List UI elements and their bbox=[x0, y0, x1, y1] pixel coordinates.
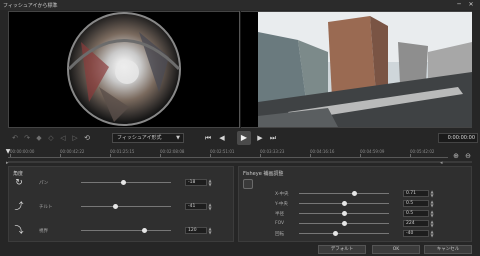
tick-label: 00:02:08:08 bbox=[160, 149, 185, 154]
keyframe-mode-icon[interactable]: ⟲ bbox=[82, 134, 92, 143]
y-center-label: Y-中央 bbox=[275, 202, 288, 207]
close-button[interactable]: ✕ bbox=[467, 1, 475, 8]
timecode-display[interactable]: 0:00:00:00 bbox=[438, 133, 478, 143]
next-frame-icon[interactable]: ▶ bbox=[255, 133, 265, 143]
prev-frame-icon[interactable]: ◀ bbox=[217, 133, 227, 143]
timeline-track[interactable] bbox=[8, 161, 472, 163]
default-button[interactable]: デフォルト bbox=[318, 245, 366, 254]
ok-button[interactable]: OK bbox=[372, 245, 420, 254]
tick-label: 00:03:33:23 bbox=[260, 149, 285, 154]
tick bbox=[310, 154, 311, 157]
projection-mode-select[interactable]: フィッシュアイ形式 ▼ bbox=[112, 133, 184, 143]
tick bbox=[260, 154, 261, 157]
tilt-slider[interactable] bbox=[81, 206, 171, 207]
fov-slider-knob[interactable] bbox=[341, 221, 347, 226]
pan-spin-icon[interactable]: ▲ ▼ bbox=[208, 179, 212, 187]
pan-value-input[interactable]: -18 bbox=[185, 179, 207, 186]
prev-keyframe-icon[interactable]: ◁ bbox=[58, 134, 68, 143]
tick bbox=[60, 154, 61, 157]
fisheye-panel: Fisheye 補画調整 X-中央 0.71 ▲ ▼ Y-中央 0.5 ▲ ▼ 半径… bbox=[238, 166, 472, 242]
rotation-slider-knob[interactable] bbox=[332, 231, 338, 236]
radius-slider-knob[interactable] bbox=[341, 211, 347, 216]
fov-label: FOV bbox=[275, 221, 285, 226]
playback-controls: ↶ ↷ ◆ ◇ ◁ ▷ ⟲ フィッシュアイ形式 ▼ ⏮ ◀ ▶ ▶ ⏭ 0:00… bbox=[8, 131, 478, 147]
y-center-slider-knob[interactable] bbox=[341, 201, 347, 206]
go-to-end-icon[interactable]: ⏭ bbox=[268, 133, 278, 143]
play-button[interactable]: ▶ bbox=[237, 131, 251, 145]
tilt-spin-icon[interactable]: ▲ ▼ bbox=[208, 203, 212, 211]
radius-label: 半径 bbox=[275, 212, 284, 217]
pan-slider-knob[interactable] bbox=[120, 180, 126, 185]
window-title: フィッシュアイから標準 bbox=[3, 3, 58, 9]
tick bbox=[160, 154, 161, 157]
projection-mode-value: フィッシュアイ形式 bbox=[117, 135, 162, 141]
preview-divider bbox=[239, 11, 241, 128]
field-of-view-slider[interactable] bbox=[81, 230, 171, 231]
x-center-spin-icon[interactable]: ▲ ▼ bbox=[430, 190, 434, 198]
tick-label: 00:00:42:22 bbox=[60, 149, 85, 154]
rotation-value-input[interactable]: -40 bbox=[403, 230, 429, 237]
tilt-slider-knob[interactable] bbox=[112, 204, 118, 209]
rotation-label: 回転 bbox=[275, 232, 284, 237]
x-center-value-input[interactable]: 0.71 bbox=[403, 190, 429, 197]
playhead[interactable]: ▼ bbox=[5, 149, 11, 155]
tick-label: 00:05:42:02 bbox=[410, 149, 435, 154]
tilt-icon: ⤴ bbox=[14, 202, 24, 212]
tick bbox=[410, 154, 411, 157]
redo-icon[interactable]: ↷ bbox=[22, 134, 32, 143]
field-of-view-slider-knob[interactable] bbox=[141, 228, 147, 233]
radius-spin-icon[interactable]: ▲ ▼ bbox=[430, 210, 434, 218]
undo-icon[interactable]: ↶ bbox=[10, 134, 20, 143]
pan-icon: ↻ bbox=[15, 178, 23, 188]
tilt-label: チルト bbox=[39, 205, 53, 210]
angle-panel-title: 角度 bbox=[13, 171, 24, 177]
zoom-in-icon[interactable]: ⊕ bbox=[452, 152, 460, 160]
y-center-spin-icon[interactable]: ▲ ▼ bbox=[430, 200, 434, 208]
rotation-spin-icon[interactable]: ▲ ▼ bbox=[430, 230, 434, 238]
ruler-line bbox=[8, 157, 448, 158]
title-bar: フィッシュアイから標準 ─ ✕ bbox=[0, 0, 480, 10]
x-center-slider-knob[interactable] bbox=[352, 191, 358, 196]
tilt-value-input[interactable]: -41 bbox=[185, 203, 207, 210]
tick-label: 00:04:16:16 bbox=[310, 149, 335, 154]
fov-spin-icon[interactable]: ▲ ▼ bbox=[430, 220, 434, 228]
pan-label: パン bbox=[39, 181, 49, 186]
timeline-ruler[interactable]: 00:00:00:00 00:00:42:22 00:01:25:15 00:0… bbox=[8, 149, 448, 159]
minimize-button[interactable]: ─ bbox=[455, 1, 463, 8]
fisheye-lens-icon[interactable] bbox=[243, 179, 253, 189]
radius-value-input[interactable]: 0.5 bbox=[403, 210, 429, 217]
tick-label: 00:00:00:00 bbox=[10, 149, 35, 154]
pan-slider[interactable] bbox=[81, 182, 171, 183]
tick-label: 00:01:25:15 bbox=[110, 149, 135, 154]
fisheye-preview[interactable] bbox=[9, 12, 239, 127]
next-keyframe-icon[interactable]: ▷ bbox=[70, 134, 80, 143]
tick bbox=[110, 154, 111, 157]
rotation-slider[interactable] bbox=[299, 233, 389, 234]
x-center-label: X-中央 bbox=[275, 192, 289, 197]
fov-value-input[interactable]: 224 bbox=[403, 220, 429, 227]
fisheye-panel-title: Fisheye 補画調整 bbox=[243, 171, 284, 177]
remove-keyframe-icon[interactable]: ◇ bbox=[46, 134, 56, 143]
x-center-slider[interactable] bbox=[299, 193, 389, 194]
tick bbox=[360, 154, 361, 157]
chevron-down-icon: ▼ bbox=[176, 135, 180, 141]
tick-label: 00:04:59:09 bbox=[360, 149, 385, 154]
standard-preview[interactable] bbox=[258, 12, 472, 127]
field-of-view-icon: ⤵ bbox=[14, 226, 24, 236]
add-keyframe-icon[interactable]: ◆ bbox=[34, 134, 44, 143]
field-of-view-label: 視界 bbox=[39, 229, 48, 234]
angle-panel: 角度 ↻ パン -18 ▲ ▼ ⤴ チルト -41 ▲ ▼ ⤵ 視界 120 ▲ ▼ bbox=[8, 166, 234, 242]
y-center-value-input[interactable]: 0.5 bbox=[403, 200, 429, 207]
tick bbox=[210, 154, 211, 157]
field-of-view-value-input[interactable]: 120 bbox=[185, 227, 207, 234]
field-of-view-spin-icon[interactable]: ▲ ▼ bbox=[208, 227, 212, 235]
cancel-button[interactable]: キャンセル bbox=[424, 245, 472, 254]
tick-label: 00:02:51:01 bbox=[210, 149, 235, 154]
go-to-start-icon[interactable]: ⏮ bbox=[203, 133, 213, 143]
zoom-out-icon[interactable]: ⊖ bbox=[464, 152, 472, 160]
